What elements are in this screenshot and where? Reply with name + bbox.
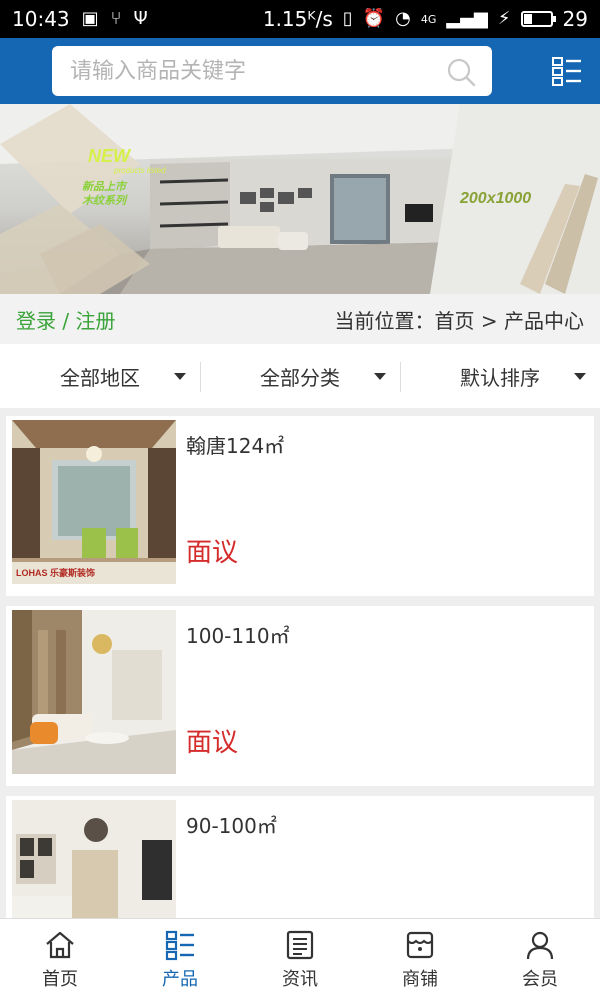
current-location: 当前位置：首页 > 产品中心 bbox=[334, 308, 584, 333]
search-input[interactable] bbox=[52, 46, 412, 96]
filter-sort-dropdown[interactable]: 默认排序 bbox=[400, 344, 600, 408]
tab-home-label: 首页 bbox=[42, 968, 78, 990]
filter-category-label: 全部分类 bbox=[260, 365, 340, 390]
usb-icon: ⑂ bbox=[110, 8, 122, 29]
user-icon bbox=[526, 931, 554, 959]
tab-products[interactable]: 产品 bbox=[120, 919, 240, 1000]
shop-icon bbox=[406, 931, 434, 958]
banner-new-sub: products listed bbox=[114, 166, 166, 175]
product-title[interactable]: 90-100㎡ bbox=[186, 810, 277, 839]
breadcrumb: 登录 / 注册 当前位置：首页 > 产品中心 bbox=[0, 294, 600, 344]
chevron-down-icon bbox=[374, 373, 386, 380]
tab-news[interactable]: 资讯 bbox=[240, 919, 360, 1000]
wifi-icon: ◔ bbox=[395, 8, 411, 29]
tab-products-label: 产品 bbox=[162, 968, 198, 990]
promo-banner[interactable]: NEW products listed 新品上市 木纹系列 200x1000 bbox=[0, 104, 600, 294]
charging-icon: ⚡ bbox=[497, 8, 511, 29]
vibrate-icon: ▯ bbox=[342, 8, 353, 29]
top-header bbox=[0, 38, 600, 104]
battery-fill bbox=[523, 14, 532, 24]
battery-percent: 29 bbox=[562, 7, 588, 31]
tab-shop[interactable]: 商铺 bbox=[360, 919, 480, 1000]
product-thumbnail[interactable] bbox=[12, 800, 176, 918]
product-price: 面议 bbox=[186, 728, 239, 758]
product-title[interactable]: 100-110㎡ bbox=[186, 620, 290, 649]
tab-home[interactable]: 首页 bbox=[0, 919, 120, 1000]
network-type: 4G bbox=[420, 12, 437, 26]
tab-news-label: 资讯 bbox=[282, 968, 318, 990]
home-icon bbox=[46, 931, 74, 958]
tab-member[interactable]: 会员 bbox=[480, 919, 600, 1000]
product-image bbox=[12, 420, 176, 584]
search-box[interactable] bbox=[52, 46, 492, 96]
filter-category-dropdown[interactable]: 全部分类 bbox=[200, 344, 400, 408]
filter-region-dropdown[interactable]: 全部地区 bbox=[0, 344, 200, 408]
product-item[interactable]: 90-100㎡ 面议 bbox=[6, 796, 594, 918]
banner-new-label: NEW bbox=[88, 146, 130, 166]
banner-cn-2: 木纹系列 bbox=[82, 194, 126, 207]
filter-sort-label: 默认排序 bbox=[460, 365, 540, 390]
banner-size-text: 200x1000 bbox=[460, 190, 532, 207]
product-title[interactable]: 翰唐124㎡ bbox=[186, 430, 284, 459]
product-thumbnail[interactable]: LOHAS 乐豪斯装饰 bbox=[12, 420, 176, 584]
grid-list-icon bbox=[165, 930, 194, 960]
product-image bbox=[12, 800, 176, 918]
network-speed: 1.15ᴷ/s bbox=[262, 7, 333, 31]
status-bar: 10:43 ▣ ⑂ Ψ 1.15ᴷ/s ▯ ⏰ ◔ 4G ▂▄▆ ⚡ 29 bbox=[0, 0, 600, 38]
usb-debug-icon: Ψ bbox=[133, 8, 148, 29]
news-icon bbox=[286, 930, 314, 959]
list-grid-icon[interactable] bbox=[552, 56, 582, 86]
product-item[interactable]: 100-110㎡ 面议 bbox=[6, 606, 594, 786]
product-item[interactable]: LOHAS 乐豪斯装饰 翰唐124㎡ 面议 bbox=[6, 416, 594, 596]
battery-icon bbox=[520, 11, 556, 27]
status-time: 10:43 bbox=[12, 7, 70, 31]
login-register-link[interactable]: 登录 / 注册 bbox=[16, 305, 115, 334]
signal-icon: ▂▄▆ bbox=[446, 8, 488, 29]
filter-region-label: 全部地区 bbox=[60, 365, 140, 390]
image-icon: ▣ bbox=[81, 8, 99, 29]
product-thumbnail[interactable] bbox=[12, 610, 176, 774]
chevron-down-icon bbox=[574, 373, 586, 380]
product-price: 面议 bbox=[186, 538, 239, 568]
product-list: LOHAS 乐豪斯装饰 翰唐124㎡ 面议 100-110㎡ 面议 90-100… bbox=[0, 408, 600, 918]
search-icon[interactable] bbox=[446, 57, 476, 87]
tab-member-label: 会员 bbox=[522, 968, 558, 990]
filter-bar: 全部地区 全部分类 默认排序 bbox=[0, 344, 600, 408]
tab-shop-label: 商铺 bbox=[402, 968, 438, 990]
thumb-brand: LOHAS 乐豪斯装饰 bbox=[16, 568, 96, 578]
chevron-down-icon bbox=[174, 373, 186, 380]
bottom-nav: 首页 产品 资讯 商铺 会员 bbox=[0, 918, 600, 1000]
product-image bbox=[12, 610, 176, 774]
alarm-icon: ⏰ bbox=[362, 8, 386, 29]
